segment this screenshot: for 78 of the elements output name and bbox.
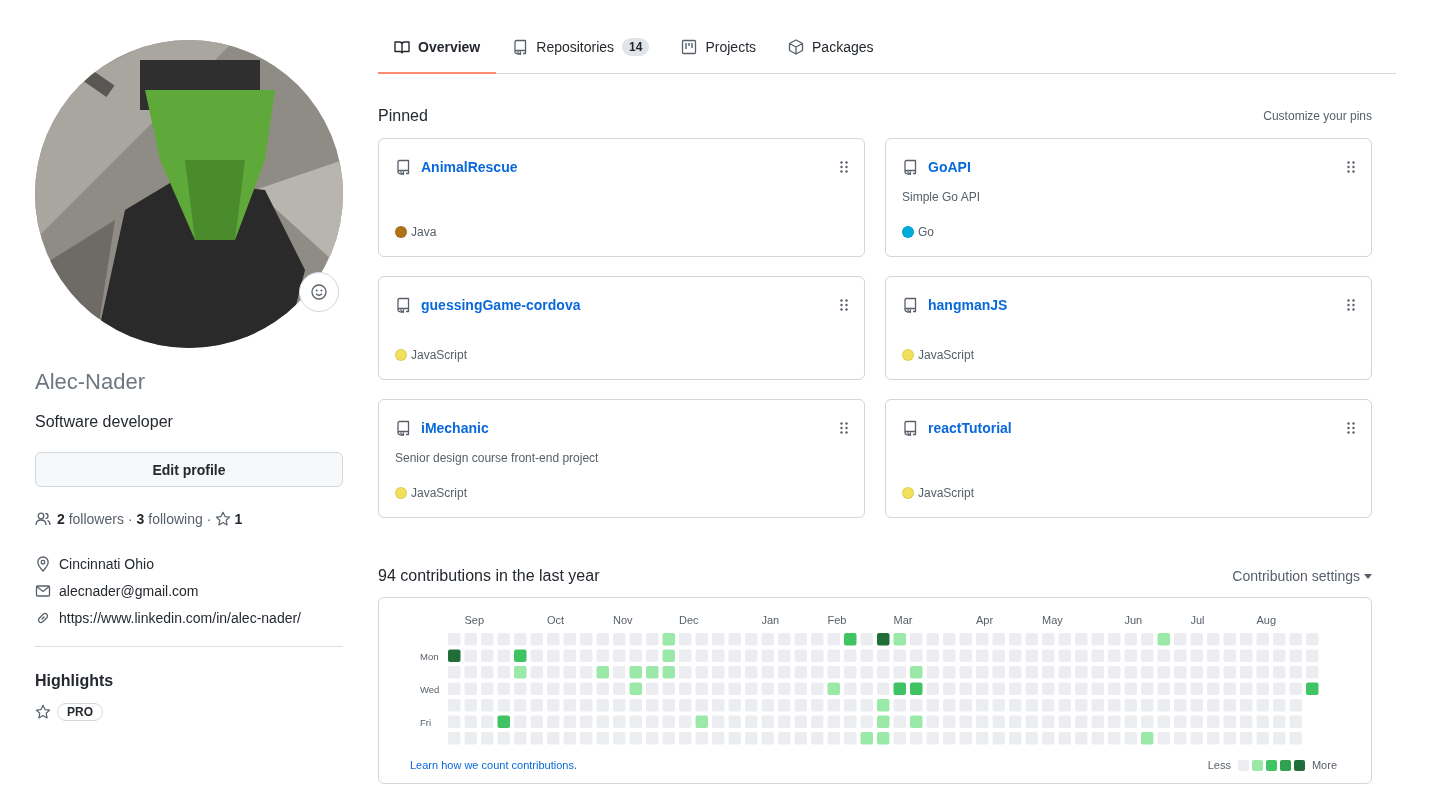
repo-name-link[interactable]: iMechanic: [421, 420, 830, 436]
repo-icon: [512, 39, 529, 55]
contribution-settings-menu[interactable]: Contribution settings: [1232, 568, 1372, 584]
weekday-label: Mon: [420, 650, 439, 662]
customize-pins-link[interactable]: Customize your pins: [1263, 109, 1372, 123]
bio: Software developer: [35, 412, 174, 432]
edit-profile-button[interactable]: Edit profile: [35, 452, 343, 487]
repo-icon: [395, 420, 411, 436]
following-link[interactable]: 3 following: [136, 511, 203, 527]
month-label: Mar: [893, 614, 913, 626]
repo-icon: [902, 297, 918, 313]
month-label: Sep: [464, 614, 485, 626]
repo-name-link[interactable]: AnimalRescue: [421, 159, 830, 175]
location-text: Cincinnati Ohio: [59, 555, 154, 574]
month-label: Feb: [827, 614, 847, 626]
language-name: JavaScript: [411, 486, 468, 500]
smiley-icon: [311, 284, 327, 300]
month-label: Nov: [613, 614, 633, 626]
drag-handle-icon[interactable]: [1347, 299, 1355, 311]
star-icon: [35, 704, 51, 720]
repo-name-link[interactable]: reactTutorial: [928, 420, 1337, 436]
mail-icon: [35, 583, 51, 599]
month-label: Aug: [1256, 614, 1277, 626]
repo-description: Senior design course front-end project: [395, 450, 600, 467]
language-name: JavaScript: [411, 348, 468, 362]
drag-handle-icon[interactable]: [840, 161, 848, 173]
book-icon: [394, 39, 410, 55]
profile-tab[interactable]: Projects: [665, 0, 773, 74]
username: Alec-Nader: [35, 368, 147, 396]
language-name: Java: [411, 225, 437, 239]
status-button[interactable]: [299, 272, 339, 312]
stars-link[interactable]: 1: [215, 511, 243, 527]
drag-handle-icon[interactable]: [840, 422, 848, 434]
people-icon: [35, 511, 51, 527]
pinned-heading: Pinned: [378, 106, 428, 126]
package-icon: [788, 39, 805, 55]
legend-less-label: Less: [1207, 759, 1231, 771]
project-board-icon: [681, 39, 698, 55]
highlights-heading: Highlights: [35, 671, 115, 691]
legend-more-label: More: [1311, 759, 1337, 771]
email-link[interactable]: alecnader@gmail.com: [59, 581, 199, 601]
month-label: Oct: [547, 614, 565, 626]
repo-name-link[interactable]: guessingGame-cordova: [421, 297, 830, 313]
month-label: Jul: [1190, 614, 1205, 626]
weekday-label: Wed: [420, 683, 440, 695]
month-label: Jun: [1124, 614, 1143, 626]
learn-contributions-link[interactable]: Learn how we count contributions.: [410, 759, 577, 771]
repo-description: Simple Go API: [902, 189, 982, 206]
caret-icon: [1364, 573, 1372, 579]
drag-handle-icon[interactable]: [840, 299, 848, 311]
month-label: Apr: [976, 614, 994, 626]
followers-link[interactable]: 2 followers: [57, 511, 124, 527]
repo-icon: [395, 159, 411, 175]
link-icon: [35, 610, 51, 626]
month-label: Jan: [761, 614, 780, 626]
repository-count: 14: [622, 38, 650, 56]
repo-icon: [395, 297, 411, 313]
language-name: JavaScript: [918, 486, 975, 500]
language-name: Go: [918, 225, 934, 239]
month-label: May: [1042, 614, 1063, 626]
month-label: Dec: [679, 614, 699, 626]
separator-dot: ·: [206, 511, 212, 527]
contributions-heading: 94 contributions in the last year: [378, 566, 600, 586]
separator-dot: ·: [127, 511, 133, 527]
repo-icon: [902, 159, 918, 175]
drag-handle-icon[interactable]: [1347, 161, 1355, 173]
profile-tab[interactable]: Packages: [772, 0, 890, 74]
website-link[interactable]: https://www.linkedin.com/in/alec-nader/: [59, 608, 301, 628]
repo-name-link[interactable]: GoAPI: [928, 159, 1337, 175]
profile-tab[interactable]: Repositories 14: [496, 0, 666, 74]
star-icon: [215, 511, 232, 527]
weekday-label: Fri: [420, 716, 432, 728]
location-pin-icon: [35, 556, 51, 572]
repo-name-link[interactable]: hangmanJS: [928, 297, 1337, 313]
repo-icon: [902, 420, 918, 436]
drag-handle-icon[interactable]: [1347, 422, 1355, 434]
profile-tab[interactable]: Overview: [378, 0, 497, 74]
language-name: JavaScript: [918, 348, 975, 362]
